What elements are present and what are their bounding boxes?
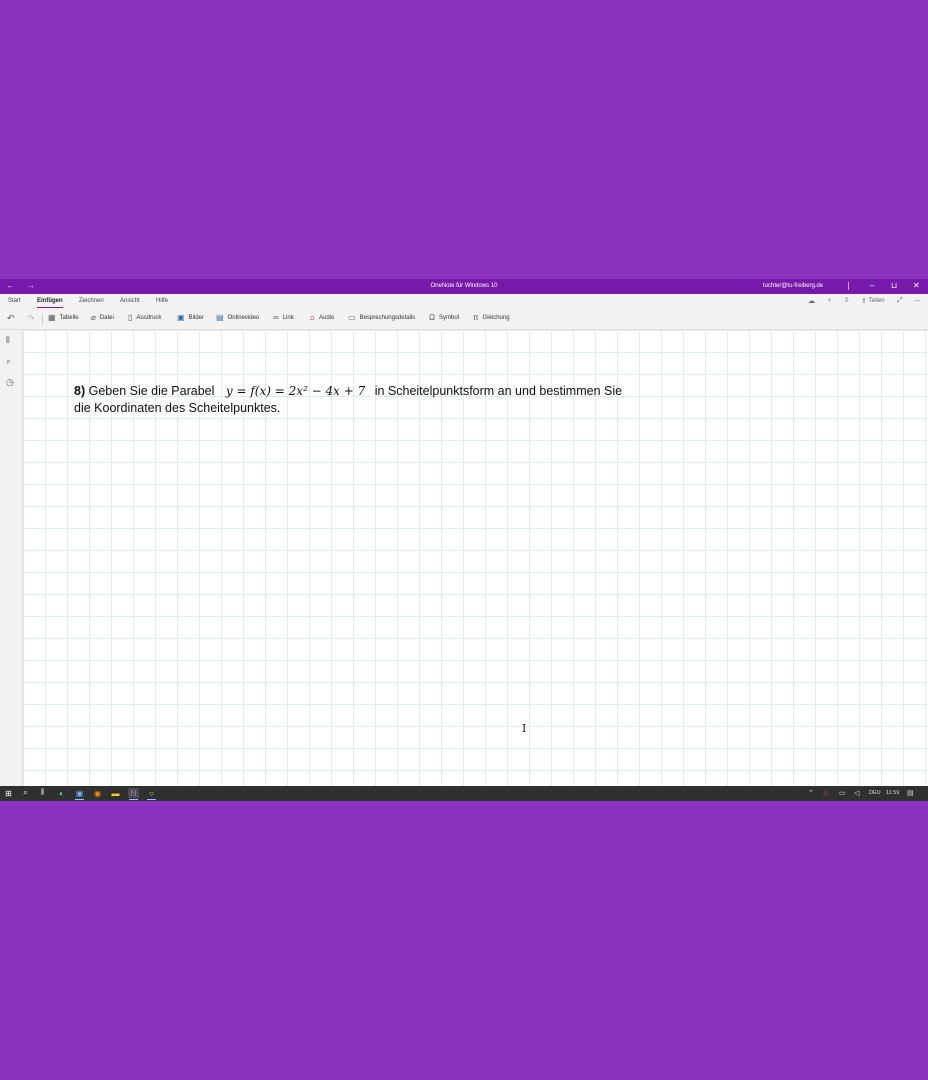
omega-icon: Ω (429, 313, 435, 322)
volume-icon[interactable]: ◁ (854, 789, 859, 797)
table-icon: ▦ (48, 313, 56, 322)
paperclip-icon: ⌀ (91, 313, 96, 322)
sync-icon[interactable]: ☁ (808, 297, 815, 305)
restore-icon[interactable]: ⊔ (891, 281, 897, 290)
windows-taskbar: ⊞ ⌕ ⫼ ◐ ▣ ◉ ▬ N ○ ⌃ ◬ ▭ ◁ DEU 11:59 ▤ (0, 786, 928, 801)
network-icon[interactable]: ▭ (839, 789, 846, 797)
edge-icon[interactable]: ◐ (56, 788, 67, 798)
title-bar: ← → OneNote für Windows 10 tochter@tu-fr… (0, 279, 928, 294)
share-button[interactable]: ⇪ Teilen (861, 297, 885, 305)
note-page-canvas[interactable]: 8) Geben Sie die Parabel y = f(x) = 2x² … (23, 330, 928, 786)
app-circle-icon[interactable]: ○ (146, 788, 157, 800)
insert-table-label: Tabelle (59, 315, 79, 321)
windows-start-icon[interactable]: ⊞ (3, 788, 14, 798)
insert-pictures-button[interactable]: ▣ Bilder (177, 313, 204, 322)
onenote-window: ← → OneNote für Windows 10 tochter@tu-fr… (0, 279, 928, 801)
share-label: Teilen (868, 298, 885, 304)
insert-equation-button[interactable]: π Gleichung (473, 313, 510, 322)
undo-icon[interactable]: ↶ (7, 313, 15, 324)
insert-audio-label: Audio (319, 315, 335, 321)
title-separator (848, 282, 849, 290)
insert-file-label: Datei (99, 315, 114, 321)
acrobat-icon[interactable]: ◬ (823, 789, 828, 797)
tab-hilfe[interactable]: Hilfe (156, 298, 168, 304)
insert-symbol-label: Symbol (438, 315, 459, 321)
insert-pictures-label: Bilder (188, 315, 204, 321)
more-options-icon[interactable]: ⋯ (914, 297, 921, 305)
task-view-icon[interactable]: ⫼ (37, 788, 48, 798)
insert-link-button[interactable]: ∞ Link (273, 313, 294, 322)
insert-audio-button[interactable]: ♫ Audio (309, 313, 335, 322)
notifications-icon[interactable]: ▤ (907, 789, 914, 797)
ribbon: ↶ ↷ ▦ Tabelle ⌀ Datei ▯ Ausdruck ▣ Bilde… (0, 309, 928, 330)
insert-file-button[interactable]: ⌀ Datei (91, 313, 114, 322)
fullscreen-icon[interactable]: ⤢ (897, 297, 903, 305)
meeting-details-button[interactable]: ▭ Besprechungsdetails (348, 313, 416, 322)
insert-table-button[interactable]: ▦ Tabelle (48, 313, 79, 322)
firefox-icon[interactable]: ◉ (92, 788, 103, 798)
ribbon-separator (42, 314, 43, 324)
image-icon: ▣ (177, 313, 185, 322)
search-icon[interactable]: ⌕ (20, 788, 31, 798)
menu-tabs: Start Einfügen Zeichnen Ansicht Hilfe ☁ … (0, 294, 928, 309)
note-text-block[interactable]: 8) Geben Sie die Parabel y = f(x) = 2x² … (74, 383, 634, 417)
insert-online-video-button[interactable]: ▤ Onlinevideo (216, 313, 260, 322)
tab-zeichnen[interactable]: Zeichnen (79, 298, 104, 304)
notebooks-icon[interactable]: ⫴ (6, 335, 10, 346)
page-icon: ▯ (128, 313, 133, 322)
equation[interactable]: y = f(x) = 2x² − 4x + 7 (226, 384, 365, 398)
video-icon: ▤ (216, 313, 224, 322)
insert-printout-button[interactable]: ▯ Ausdruck (128, 313, 162, 322)
task-text-before: Geben Sie die Parabel (88, 384, 215, 398)
meeting-details-label: Besprechungsdetails (359, 315, 416, 321)
pi-icon: π (473, 313, 479, 322)
tab-einfuegen[interactable]: Einfügen (37, 298, 63, 308)
insert-link-label: Link (282, 315, 294, 321)
tab-start[interactable]: Start (8, 298, 21, 304)
insert-printout-label: Ausdruck (136, 315, 162, 321)
link-icon: ∞ (273, 313, 279, 322)
tab-ansicht[interactable]: Ansicht (120, 298, 140, 304)
file-explorer-icon[interactable]: ▬ (110, 788, 121, 798)
search-icon[interactable]: ⌕ (6, 356, 11, 367)
insert-online-video-label: Onlinevideo (227, 315, 260, 321)
show-hidden-icons[interactable]: ⌃ (808, 789, 814, 797)
navigation-rail: ⫴ ⌕ ◷ (0, 330, 23, 786)
recent-notes-icon[interactable]: ◷ (6, 377, 14, 388)
account-email[interactable]: tochter@tu-freiberg.de (763, 283, 823, 289)
store-icon[interactable]: ▣ (74, 788, 85, 800)
minimize-icon[interactable]: – (870, 281, 874, 290)
close-icon[interactable]: ✕ (913, 281, 920, 290)
language-indicator[interactable]: DEU (869, 790, 881, 796)
insert-symbol-button[interactable]: Ω Symbol (429, 313, 459, 322)
bell-icon[interactable]: ◊ (845, 297, 848, 304)
text-cursor-icon: I (522, 722, 527, 735)
clock[interactable]: 11:59 (886, 790, 899, 796)
calendar-icon: ▭ (348, 313, 356, 322)
redo-icon[interactable]: ↷ (27, 313, 35, 324)
lightbulb-icon[interactable]: ♀ (827, 297, 832, 304)
microphone-icon: ♫ (309, 313, 315, 322)
share-icon: ⇪ (861, 298, 867, 305)
onenote-taskbar-icon[interactable]: N (128, 788, 139, 800)
task-number: 8) (74, 384, 86, 398)
insert-equation-label: Gleichung (482, 315, 510, 321)
